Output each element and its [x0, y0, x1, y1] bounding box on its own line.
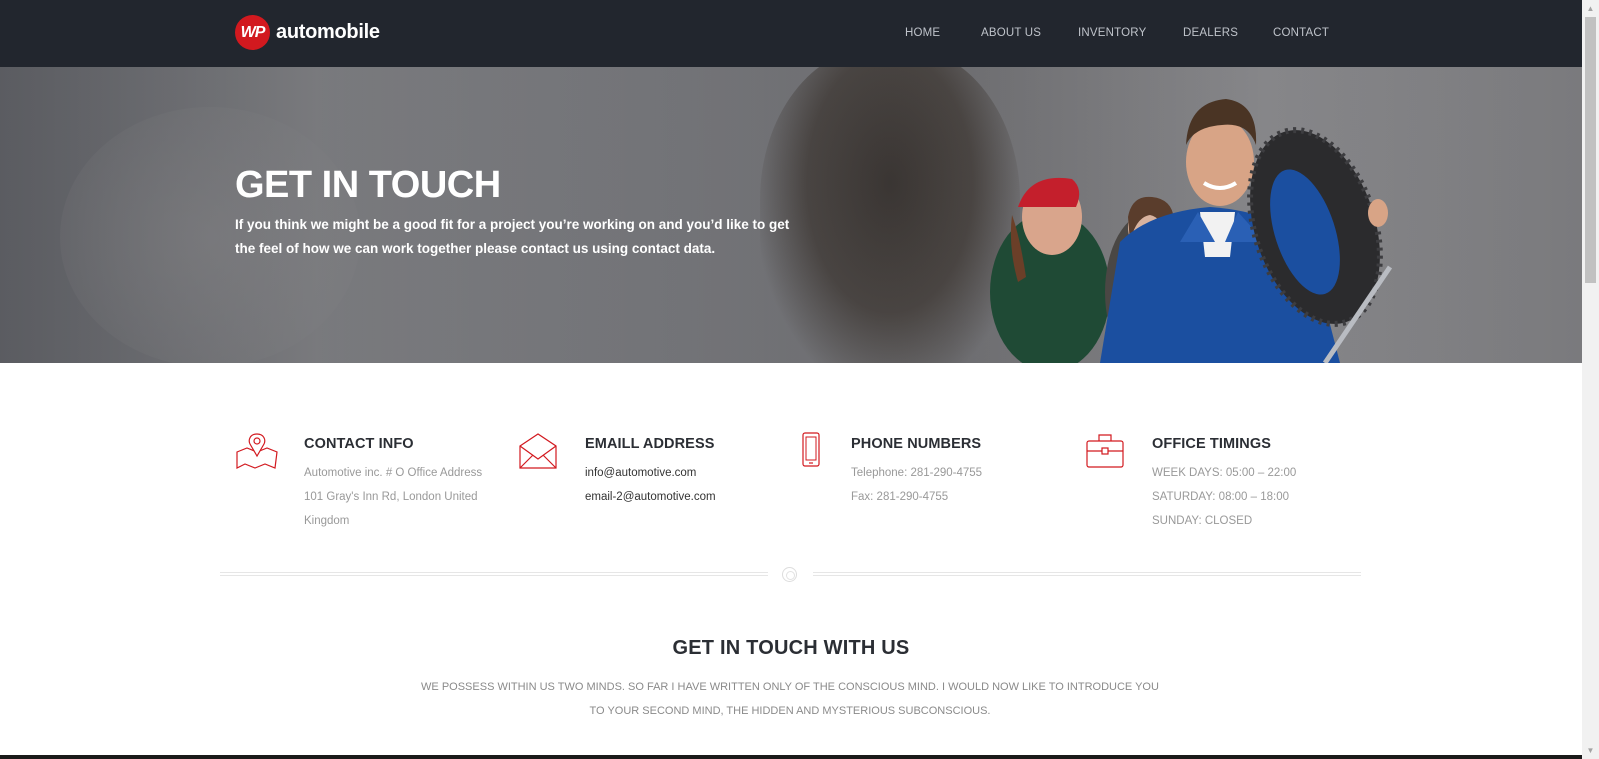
hero-title: GET IN TOUCH — [235, 164, 501, 206]
office-timings-title: OFFICE TIMINGS — [1152, 436, 1272, 452]
timing-line: SATURDAY: 08:00 – 18:00 — [1152, 491, 1290, 503]
nav-item-dealers[interactable]: DEALERS — [1183, 27, 1238, 39]
scroll-up-arrow-icon[interactable]: ▲ — [1582, 0, 1599, 17]
phone-numbers-title: PHONE NUMBERS — [851, 436, 982, 452]
section-divider-left — [220, 572, 768, 576]
section-description: WE POSSESS WITHIN US TWO MINDS. SO FAR I… — [421, 681, 1159, 717]
nav-item-about-us[interactable]: ABOUT US — [981, 27, 1041, 39]
email-link[interactable]: info@automotive.com — [585, 467, 696, 479]
briefcase-icon — [1086, 434, 1124, 468]
contact-info-title: CONTACT INFO — [304, 436, 414, 452]
hero-description: If you think we might be a good fit for … — [235, 217, 790, 256]
top-navbar: WP automobile HOME ABOUT US INVENTORY DE… — [0, 0, 1582, 67]
contact-info-line: Automotive inc. # O Office Address — [304, 467, 483, 479]
map-pin-icon — [236, 433, 278, 469]
timing-line: WEEK DAYS: 05:00 – 22:00 — [1152, 467, 1297, 479]
envelope-icon — [519, 433, 557, 469]
nav-item-contact[interactable]: CONTACT — [1273, 27, 1329, 39]
scroll-down-arrow-icon[interactable]: ▼ — [1582, 742, 1599, 759]
contact-info-line: Kingdom — [304, 515, 350, 527]
contact-info-line: 101 Gray's Inn Rd, London United — [304, 491, 478, 503]
mechanics-photo — [990, 99, 1393, 363]
phone-line: Telephone: 281-290-4755 — [851, 467, 983, 479]
hero-banner: GET IN TOUCH If you think we might be a … — [0, 67, 1582, 363]
nav-item-home[interactable]: HOME — [905, 27, 940, 39]
nav-item-inventory[interactable]: INVENTORY — [1078, 27, 1146, 39]
section-title: GET IN TOUCH WITH US — [672, 637, 910, 659]
divider-ornament-icon — [782, 567, 797, 582]
timing-line: SUNDAY: CLOSED — [1152, 515, 1253, 527]
phone-icon — [802, 432, 820, 467]
bottom-strip — [0, 755, 1582, 759]
scrollbar-thumb[interactable] — [1585, 17, 1596, 283]
page-scrollbar[interactable]: ▲ ▼ — [1582, 0, 1599, 759]
email-address-title: EMAILL ADDRESS — [585, 436, 715, 452]
email-link[interactable]: email-2@automotive.com — [585, 491, 716, 503]
fax-line: Fax: 281-290-4755 — [851, 491, 949, 503]
section-divider-right — [813, 572, 1361, 576]
main-nav: HOME ABOUT US INVENTORY DEALERS CONTACT — [0, 0, 1582, 67]
